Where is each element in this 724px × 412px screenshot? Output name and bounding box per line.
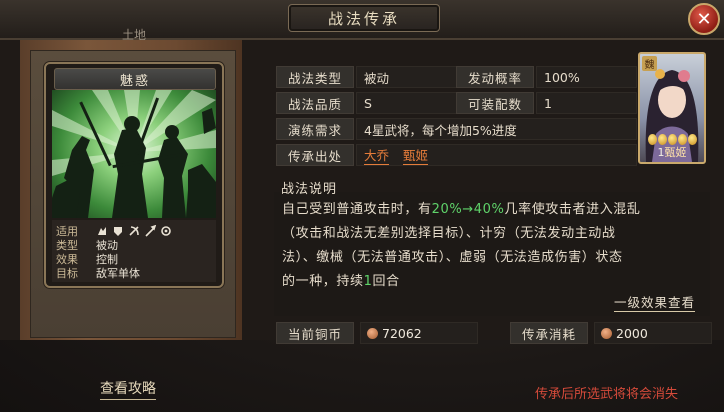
description-text: 几率使攻击者进入混乱: [504, 202, 641, 217]
current-copper-label: 当前铜币: [276, 322, 354, 344]
cavalry-icon: [98, 227, 106, 235]
siege-icon: [161, 226, 171, 236]
description-text: 的一种，持续: [282, 274, 364, 289]
view-guide-link[interactable]: 查看攻略: [100, 378, 156, 400]
description-line-3: 法）、缴械（无法普通攻击）、虚弱（无法造成伤害）状态: [282, 250, 623, 265]
trigger-rate-label: 发动概率: [456, 66, 534, 88]
inherit-warning: 传承后所选武将将会消失: [535, 387, 679, 402]
copper-coin-icon: [601, 327, 612, 339]
description-rate-highlight: 20%→40%: [431, 202, 505, 217]
description-text: 回合: [372, 274, 400, 289]
description-line-2: （攻击和战法无差别选择目标）、计穷（无法发动主动战: [282, 226, 616, 241]
practice-requirement-label: 演练需求: [276, 118, 354, 140]
stat-row-target: 目标 敌军单体: [56, 266, 140, 280]
inherit-cost-label: 传承消耗: [510, 322, 588, 344]
stat-value: 敌军单体: [96, 267, 140, 280]
skill-card: 魅惑 适用 类型 被动 效果 控制 目标 敌军单体: [44, 62, 224, 288]
inherit-source-value: 大乔 甄姬: [356, 144, 637, 166]
description-title: 战法说明: [281, 182, 338, 197]
stat-row-effect: 效果 控制: [56, 252, 118, 266]
faction-badge: 魏: [642, 56, 657, 71]
hero-level: 1: [657, 146, 665, 159]
stat-row-applicable: 适用: [56, 224, 176, 238]
description-line-4: 的一种，持续1回合: [282, 270, 400, 289]
equip-count-label: 可装配数: [456, 92, 534, 114]
warriors-silhouette-image: [52, 90, 216, 218]
hero-portrait[interactable]: 魏 1甄姬: [638, 52, 706, 164]
hero-name-plate: 1甄姬: [640, 144, 704, 160]
close-button[interactable]: ✕: [688, 3, 720, 35]
hero-name: 甄姬: [664, 146, 687, 159]
trigger-rate-value: 100%: [536, 66, 637, 88]
current-copper-value: 72062: [360, 322, 478, 344]
inherit-cost-amount: 2000: [616, 325, 648, 341]
stat-label: 目标: [56, 267, 78, 280]
bow-icon: [129, 226, 139, 236]
source-hero-zhenji[interactable]: 甄姬: [403, 145, 429, 165]
description-text: 自己受到普通攻击时，有: [282, 202, 432, 217]
skill-name: 魅惑: [54, 68, 216, 90]
level-effect-link[interactable]: 一级效果查看: [614, 292, 696, 312]
copper-amount: 72062: [382, 325, 422, 341]
copper-coin-icon: [367, 327, 378, 339]
practice-requirement-value: 4星武将，每个增加5%进度: [356, 118, 637, 140]
skill-type-label: 战法类型: [276, 66, 354, 88]
spear-icon: [145, 225, 156, 237]
skill-quality-value: S: [356, 92, 457, 114]
description-line-1: 自己受到普通攻击时，有20%→40%几率使攻击者进入混乱: [282, 198, 641, 217]
stat-row-type: 类型 被动: [56, 238, 118, 252]
skill-stats: 适用 类型 被动 效果 控制 目标 敌军单体: [52, 220, 216, 282]
inherit-cost-value: 2000: [594, 322, 712, 344]
window-title: 战法传承: [288, 4, 440, 32]
skill-type-value: 被动: [356, 66, 457, 88]
skill-quality-label: 战法品质: [276, 92, 354, 114]
skill-artwork: [52, 90, 216, 218]
applicable-troops: [96, 225, 176, 237]
inherit-source-label: 传承出处: [276, 144, 354, 166]
shield-icon: [114, 227, 122, 236]
source-hero-daqiao[interactable]: 大乔: [364, 145, 390, 165]
equip-count-value: 1: [536, 92, 637, 114]
